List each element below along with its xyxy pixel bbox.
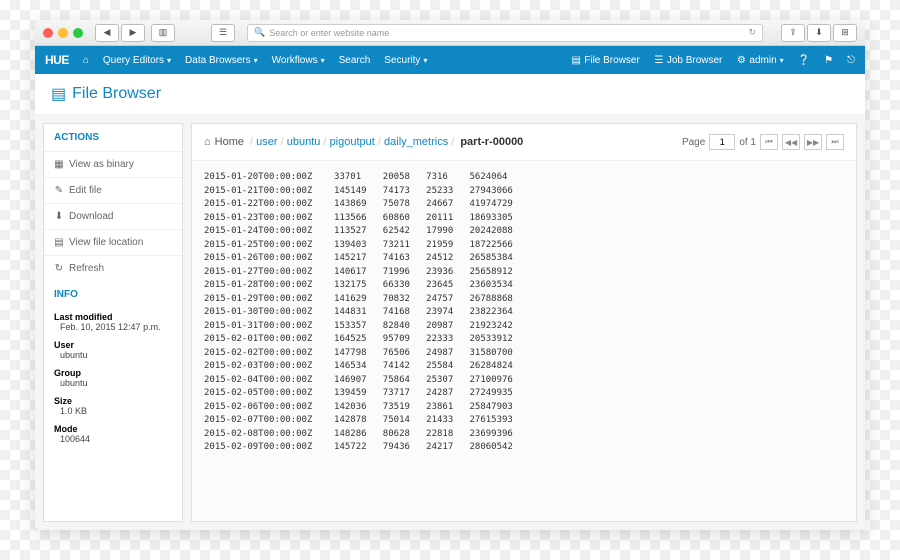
sidebar-action[interactable]: ↻Refresh bbox=[44, 255, 182, 281]
flag-icon[interactable]: ⚑ bbox=[824, 55, 833, 66]
breadcrumb: ⌂Home / user / ubuntu / pigoutput / dail… bbox=[192, 124, 856, 161]
downloads-button[interactable]: ⬇ bbox=[807, 24, 831, 42]
menu-search[interactable]: Search bbox=[339, 55, 371, 66]
forward-button[interactable]: ▶ bbox=[121, 24, 145, 42]
breadcrumb-link[interactable]: pigoutput bbox=[330, 136, 375, 148]
page-input[interactable] bbox=[709, 134, 735, 150]
file-icon: ▤ bbox=[51, 84, 66, 104]
list-icon: ☰ bbox=[654, 55, 664, 66]
actions-header: ACTIONS bbox=[44, 124, 182, 151]
breadcrumb-link[interactable]: daily_metrics bbox=[384, 136, 448, 148]
back-button[interactable]: ◀ bbox=[95, 24, 119, 42]
sidebar: ACTIONS ▦View as binary✎Edit file⬇Downlo… bbox=[43, 123, 183, 522]
nav-job-browser[interactable]: ☰Job Browser bbox=[654, 55, 723, 66]
menu-data-browsers[interactable]: Data Browsers▾ bbox=[185, 55, 258, 66]
chevron-down-icon: ▾ bbox=[254, 56, 258, 65]
nav-user-menu[interactable]: ⚙admin▾ bbox=[736, 55, 783, 66]
page-next-button[interactable]: ▶▶ bbox=[804, 134, 822, 150]
action-icon: ⬇ bbox=[54, 211, 64, 222]
menu-security[interactable]: Security▾ bbox=[384, 55, 427, 66]
logout-icon[interactable]: ⎋ bbox=[847, 55, 855, 66]
chevron-down-icon: ▾ bbox=[423, 56, 427, 65]
menu-query-editors[interactable]: Query Editors▾ bbox=[103, 55, 171, 66]
reload-icon[interactable]: ↻ bbox=[748, 27, 756, 38]
window-controls bbox=[43, 28, 83, 38]
info-user-label: User bbox=[44, 336, 182, 350]
page-prev-button[interactable]: ◀◀ bbox=[782, 134, 800, 150]
info-header: INFO bbox=[44, 281, 182, 308]
help-icon[interactable]: ❔ bbox=[798, 55, 810, 66]
action-icon: ▦ bbox=[54, 159, 64, 170]
content-panel: ⌂Home / user / ubuntu / pigoutput / dail… bbox=[191, 123, 857, 522]
address-placeholder: Search or enter website name bbox=[269, 28, 389, 38]
address-bar[interactable]: 🔍 Search or enter website name ↻ bbox=[247, 24, 763, 42]
page-last-button[interactable]: ⏭ bbox=[826, 134, 844, 150]
file-icon: ▤ bbox=[571, 55, 581, 66]
close-icon[interactable] bbox=[43, 28, 53, 38]
info-user: ubuntu bbox=[44, 350, 182, 364]
sidebar-action[interactable]: ⬇Download bbox=[44, 203, 182, 229]
chevron-down-icon: ▾ bbox=[167, 56, 171, 65]
info-mode-label: Mode bbox=[44, 420, 182, 434]
action-icon: ▤ bbox=[54, 237, 64, 248]
info-group-label: Group bbox=[44, 364, 182, 378]
browser-window: ◀ ▶ ▥ ☰ 🔍 Search or enter website name ↻… bbox=[35, 20, 865, 530]
maximize-icon[interactable] bbox=[73, 28, 83, 38]
sidebar-action[interactable]: ✎Edit file bbox=[44, 177, 182, 203]
home-icon[interactable]: ⌂ bbox=[83, 55, 89, 66]
share-button[interactable]: ⇪ bbox=[781, 24, 805, 42]
file-contents: 2015-01-20T00:00:00Z 33701 20058 7316 56… bbox=[192, 161, 856, 521]
info-group: ubuntu bbox=[44, 378, 182, 392]
breadcrumb-current: part-r-00000 bbox=[460, 136, 523, 148]
sidebar-action[interactable]: ▦View as binary bbox=[44, 151, 182, 177]
info-mode: 100644 bbox=[44, 434, 182, 448]
sidebar-toggle-button[interactable]: ▥ bbox=[151, 24, 175, 42]
titlebar: ◀ ▶ ▥ ☰ 🔍 Search or enter website name ↻… bbox=[35, 20, 865, 46]
nav-file-browser[interactable]: ▤File Browser bbox=[571, 55, 640, 66]
reader-button[interactable]: ☰ bbox=[211, 24, 235, 42]
home-icon: ⌂ bbox=[204, 136, 211, 148]
action-icon: ✎ bbox=[54, 185, 64, 196]
chevron-down-icon: ▾ bbox=[780, 56, 784, 65]
breadcrumb-link[interactable]: ubuntu bbox=[287, 136, 321, 148]
info-size-label: Size bbox=[44, 392, 182, 406]
action-icon: ↻ bbox=[54, 263, 64, 274]
info-last-modified-label: Last modified bbox=[44, 308, 182, 322]
search-icon: 🔍 bbox=[254, 27, 265, 38]
minimize-icon[interactable] bbox=[58, 28, 68, 38]
chevron-down-icon: ▾ bbox=[321, 56, 325, 65]
app-logo[interactable]: HUE bbox=[45, 53, 69, 67]
breadcrumb-home[interactable]: ⌂Home bbox=[204, 136, 244, 148]
tabs-button[interactable]: ⊞ bbox=[833, 24, 857, 42]
gear-icon: ⚙ bbox=[736, 55, 746, 66]
page-title: ▤ File Browser bbox=[35, 74, 865, 115]
info-size: 1.0 KB bbox=[44, 406, 182, 420]
pager: Page of 1 ⏮ ◀◀ ▶▶ ⏭ bbox=[682, 134, 844, 150]
sidebar-action[interactable]: ▤View file location bbox=[44, 229, 182, 255]
menu-workflows[interactable]: Workflows▾ bbox=[272, 55, 325, 66]
app-topnav: HUE ⌂ Query Editors▾ Data Browsers▾ Work… bbox=[35, 46, 865, 74]
page-first-button[interactable]: ⏮ bbox=[760, 134, 778, 150]
breadcrumb-link[interactable]: user bbox=[256, 136, 277, 148]
info-last-modified: Feb. 10, 2015 12:47 p.m. bbox=[44, 322, 182, 336]
